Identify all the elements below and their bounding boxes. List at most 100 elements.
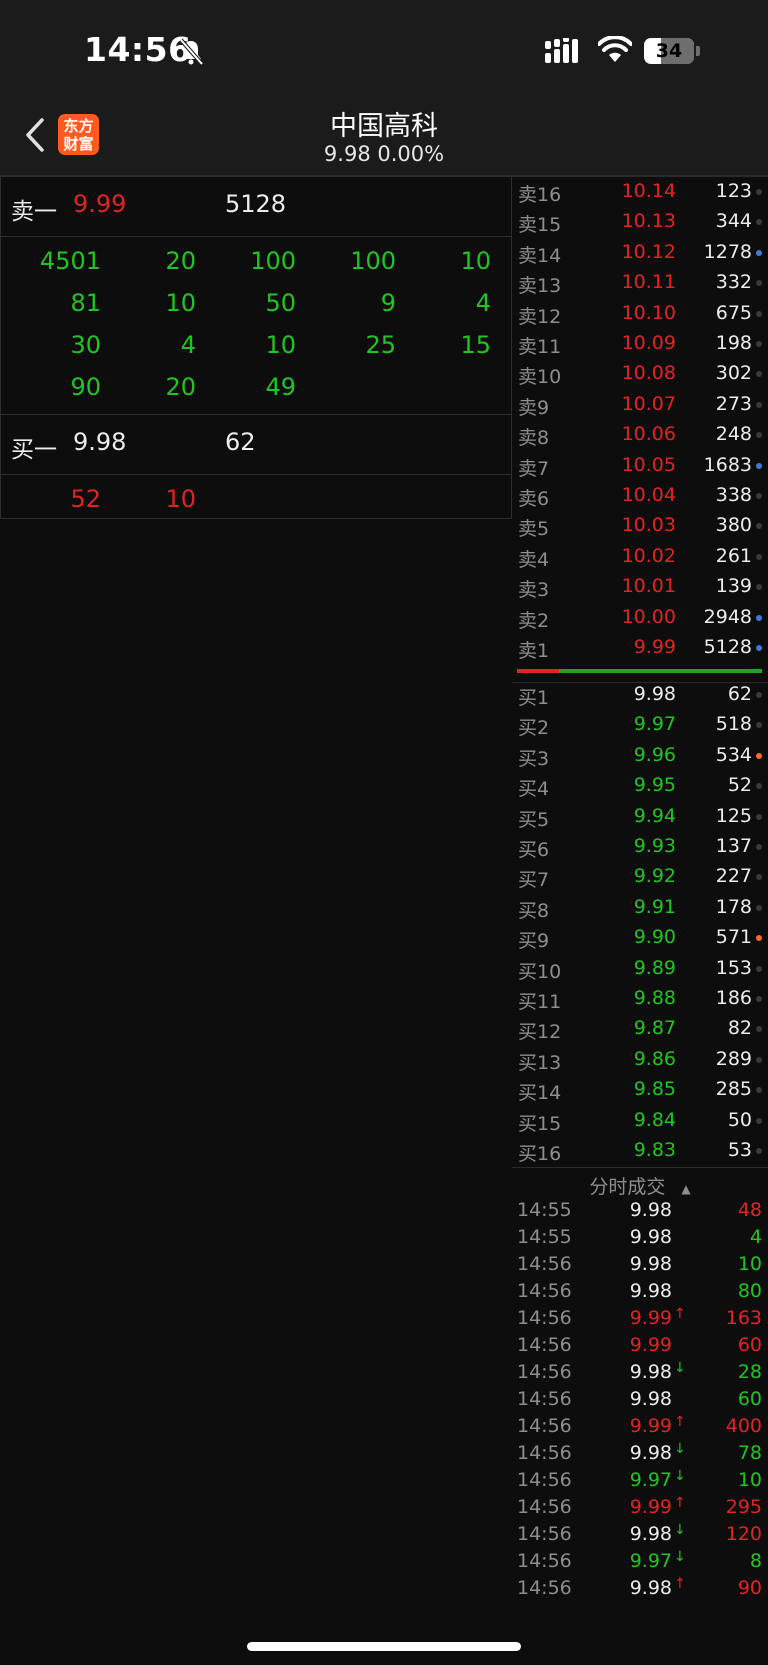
order-marker-dot — [756, 553, 762, 560]
trades-header[interactable]: 分时成交 ▲ — [512, 1172, 768, 1199]
level-label: 卖5 — [518, 518, 550, 541]
level-label: 卖3 — [518, 579, 550, 602]
level-label: 买10 — [518, 960, 562, 983]
level-price: 10.08 — [621, 362, 676, 385]
queue-order-size: 10 — [165, 289, 196, 317]
trade-row: 14:56 9.98 10 — [512, 1251, 768, 1278]
trade-price: 9.98 — [629, 1226, 672, 1248]
ask-level[interactable]: 卖7 10.05 1683 — [512, 450, 768, 480]
level-price: 9.89 — [633, 956, 676, 979]
trade-volume: 80 — [737, 1280, 762, 1302]
level-volume: 338 — [715, 484, 752, 506]
level-price: 10.06 — [621, 423, 676, 446]
trade-price: 9.99 — [629, 1415, 672, 1437]
status-bar: 14:56 34 — [0, 0, 768, 100]
trade-price: 9.99 — [629, 1334, 672, 1356]
bid-level[interactable]: 买9 9.90 571 — [512, 922, 768, 952]
order-marker-dot — [756, 1117, 762, 1124]
bid-level[interactable]: 买11 9.88 186 — [512, 983, 768, 1013]
level-label: 卖15 — [518, 214, 562, 237]
level-volume: 675 — [715, 301, 752, 324]
trade-time: 14:56 — [517, 1307, 572, 1329]
arrow-up-icon: ↑ — [674, 1576, 686, 1592]
bid-level[interactable]: 买10 9.89 153 — [512, 953, 768, 983]
bid-level[interactable]: 买6 9.93 137 — [512, 831, 768, 861]
ask-level[interactable]: 卖16 10.14 123 — [512, 176, 768, 206]
ask-level[interactable]: 卖9 10.07 273 — [512, 389, 768, 419]
bid-level[interactable]: 买5 9.94 125 — [512, 801, 768, 831]
level-volume: 53 — [727, 1139, 752, 1161]
level-price: 9.90 — [633, 926, 676, 949]
bid-level[interactable]: 买1 9.98 62 — [512, 679, 768, 709]
level-volume: 380 — [715, 514, 752, 537]
arrow-up-icon: ↑ — [674, 1306, 686, 1322]
order-marker-dot — [756, 813, 762, 820]
bid-level[interactable]: 买2 9.97 518 — [512, 709, 768, 739]
bid-ask-ratio-bar — [517, 669, 762, 673]
ask-level[interactable]: 卖14 10.12 1278 — [512, 237, 768, 267]
bid-level[interactable]: 买14 9.85 285 — [512, 1074, 768, 1104]
ask-level[interactable]: 卖4 10.02 261 — [512, 541, 768, 571]
order-marker-dot — [756, 996, 762, 1002]
ask-level[interactable]: 卖13 10.11 332 — [512, 267, 768, 297]
trade-time: 14:56 — [517, 1550, 572, 1572]
queue-order-size: 4 — [475, 289, 491, 317]
bid-level[interactable]: 买3 9.96 534 — [512, 740, 768, 770]
home-indicator[interactable] — [247, 1642, 521, 1651]
ask-level[interactable]: 卖12 10.10 675 — [512, 298, 768, 328]
buy-one-label: 买一 — [11, 437, 57, 463]
level-price: 9.83 — [633, 1139, 676, 1161]
level-volume: 273 — [715, 392, 752, 415]
queue-order-size: 49 — [265, 373, 296, 401]
order-marker-dot — [756, 493, 762, 499]
level-price: 9.98 — [633, 683, 676, 705]
trade-time: 14:56 — [517, 1442, 572, 1464]
bid-level[interactable]: 买4 9.95 52 — [512, 770, 768, 800]
ask-level[interactable]: 卖15 10.13 344 — [512, 206, 768, 236]
ask-level[interactable]: 卖10 10.08 302 — [512, 358, 768, 388]
bid-level[interactable]: 买15 9.84 50 — [512, 1105, 768, 1135]
bid-level[interactable]: 买8 9.91 178 — [512, 892, 768, 922]
level-volume: 1278 — [703, 240, 752, 263]
trade-price: 9.97 — [629, 1550, 672, 1572]
trade-volume: 28 — [737, 1361, 762, 1383]
level-volume: 123 — [715, 180, 752, 202]
trade-volume: 295 — [725, 1496, 762, 1518]
bid-level[interactable]: 买12 9.87 82 — [512, 1013, 768, 1043]
ask-level[interactable]: 卖3 10.01 139 — [512, 571, 768, 601]
level-label: 买16 — [518, 1143, 562, 1165]
bid-level[interactable]: 买16 9.83 53 — [512, 1135, 768, 1165]
level-price: 9.88 — [633, 987, 676, 1009]
level-label: 买8 — [518, 899, 550, 922]
ask-level[interactable]: 卖8 10.06 248 — [512, 419, 768, 449]
level-price: 10.01 — [621, 575, 676, 598]
battery-percent: 34 — [655, 40, 683, 62]
trade-volume: 120 — [725, 1523, 762, 1545]
buy-one-volume: 62 — [225, 428, 256, 456]
level-price: 9.97 — [633, 713, 676, 736]
order-book-top-divider — [512, 176, 768, 177]
queue-order-size: 4 — [180, 331, 196, 359]
level-label: 买7 — [518, 869, 550, 892]
ask-level[interactable]: 卖11 10.09 198 — [512, 328, 768, 358]
level-volume: 50 — [727, 1108, 752, 1131]
trade-price: 9.99 — [629, 1307, 672, 1329]
order-marker-dot — [756, 401, 762, 408]
trade-volume: 8 — [749, 1550, 762, 1572]
ask-level[interactable]: 卖6 10.04 338 — [512, 480, 768, 510]
caret-up-icon: ▲ — [681, 1182, 691, 1196]
level-volume: 186 — [715, 987, 752, 1009]
level-price: 9.96 — [633, 743, 676, 766]
level-price: 10.05 — [621, 453, 676, 476]
bid-level[interactable]: 买13 9.86 289 — [512, 1044, 768, 1074]
trade-row: 14:56 9.98 ↓ 28 — [512, 1359, 768, 1386]
bid-level[interactable]: 买7 9.92 227 — [512, 861, 768, 891]
queue-order-size: 20 — [165, 373, 196, 401]
trade-price: 9.97 — [629, 1469, 672, 1491]
level-label: 卖13 — [518, 275, 562, 298]
ask-level[interactable]: 卖1 9.99 5128 — [512, 632, 768, 662]
ask-level[interactable]: 卖5 10.03 380 — [512, 510, 768, 540]
trade-time: 14:56 — [517, 1388, 572, 1410]
battery-tip — [696, 46, 700, 56]
ask-level[interactable]: 卖2 10.00 2948 — [512, 602, 768, 632]
